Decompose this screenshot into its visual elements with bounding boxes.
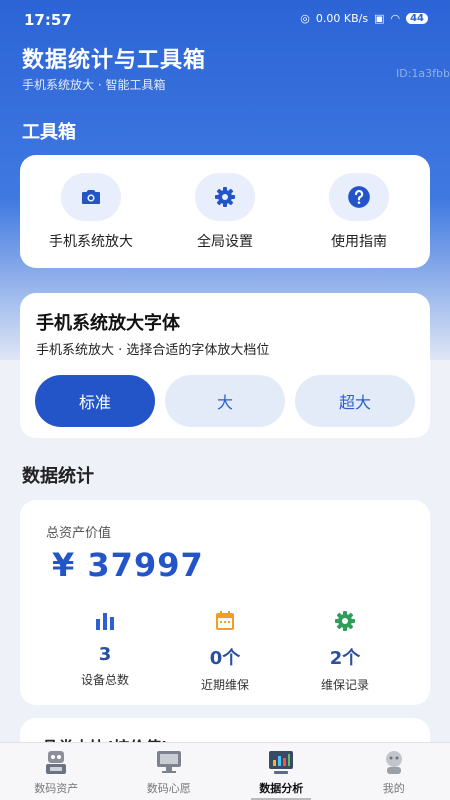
asset-label: 总资产价值 — [46, 526, 112, 541]
tab-label: 数据分析 — [259, 782, 304, 795]
robot-icon — [39, 747, 73, 777]
stat-recent-maintenance[interactable]: 0个 近期维保 — [160, 608, 290, 693]
bottom-tab-bar: 数码资产 数码心愿 数据分析 我的 — [0, 742, 450, 800]
tool-global-settings[interactable]: 全局设置 — [160, 172, 290, 251]
page-title: 数据统计与工具箱 — [22, 48, 207, 73]
status-bar: 17:57 ◎ 0.00 KB/s ▣ ◠ 44 — [0, 0, 450, 40]
battery-icon: 44 — [406, 13, 428, 24]
stat-label: 近期维保 — [200, 678, 249, 692]
wifi-icon: ◠ — [390, 12, 401, 25]
stats-card: 总资产价值 ¥ 37997 3 设备总数 0个 近期维保 2个 维保记录 — [20, 500, 430, 705]
page-subtitle: 手机系统放大 · 智能工具箱 — [22, 78, 166, 92]
font-size-title: 手机系统放大字体 — [36, 313, 180, 334]
stat-maintenance-records[interactable]: 2个 维保记录 — [280, 608, 410, 693]
tab-data-analysis[interactable]: 数据分析 — [225, 743, 338, 800]
bar-chart-icon — [94, 608, 116, 634]
tab-digital-wishes[interactable]: 数码心愿 — [113, 743, 226, 800]
stat-value: 2个 — [329, 648, 361, 669]
tab-label: 我的 — [382, 782, 405, 795]
help-icon — [329, 172, 389, 221]
stat-label: 设备总数 — [80, 673, 129, 687]
tab-digital-assets[interactable]: 数码资产 — [0, 743, 113, 800]
font-size-subtitle: 手机系统放大 · 选择合适的字体放大档位 — [36, 343, 270, 358]
tool-label: 使用指南 — [331, 233, 387, 250]
tool-user-guide[interactable]: 使用指南 — [294, 172, 424, 251]
tab-label: 数码心愿 — [146, 782, 191, 795]
monitor-icon — [152, 747, 186, 777]
tab-label: 数码资产 — [34, 782, 79, 795]
font-size-card: 手机系统放大字体 手机系统放大 · 选择合适的字体放大档位 标准 大 超大 — [20, 293, 430, 438]
gear-icon — [333, 608, 357, 634]
stats-title: 数据统计 — [22, 466, 94, 487]
font-size-option-extra-large[interactable]: 超大 — [295, 375, 415, 427]
nfc-icon: ▣ — [374, 12, 385, 25]
tool-system-zoom[interactable]: 手机系统放大 — [26, 172, 156, 251]
status-icons: ◎ 0.00 KB/s ▣ ◠ 44 — [300, 12, 428, 25]
font-size-option-standard[interactable]: 标准 — [35, 375, 155, 427]
stat-device-count[interactable]: 3 设备总数 — [40, 608, 170, 688]
mute-icon: ◎ — [300, 12, 310, 25]
asset-value: ¥ 37997 — [52, 546, 204, 584]
tab-profile[interactable]: 我的 — [338, 743, 450, 800]
stat-label: 维保记录 — [320, 678, 369, 692]
gear-icon — [195, 172, 255, 221]
analytics-icon — [264, 747, 298, 777]
network-speed: 0.00 KB/s — [315, 12, 369, 25]
tool-label: 全局设置 — [197, 233, 253, 250]
calendar-icon — [213, 608, 237, 634]
tool-label: 手机系统放大 — [49, 233, 133, 250]
stat-value: 0个 — [209, 648, 241, 669]
stat-value: 3 — [98, 644, 112, 665]
profile-icon — [377, 747, 411, 777]
toolbox-card: 手机系统放大 全局设置 使用指南 — [20, 155, 430, 268]
status-time: 17:57 — [24, 11, 72, 29]
id-tag: ID:1a3fbb — [396, 67, 450, 80]
camera-icon — [61, 172, 121, 221]
toolbox-title: 工具箱 — [22, 122, 76, 143]
font-size-option-large[interactable]: 大 — [165, 375, 285, 427]
